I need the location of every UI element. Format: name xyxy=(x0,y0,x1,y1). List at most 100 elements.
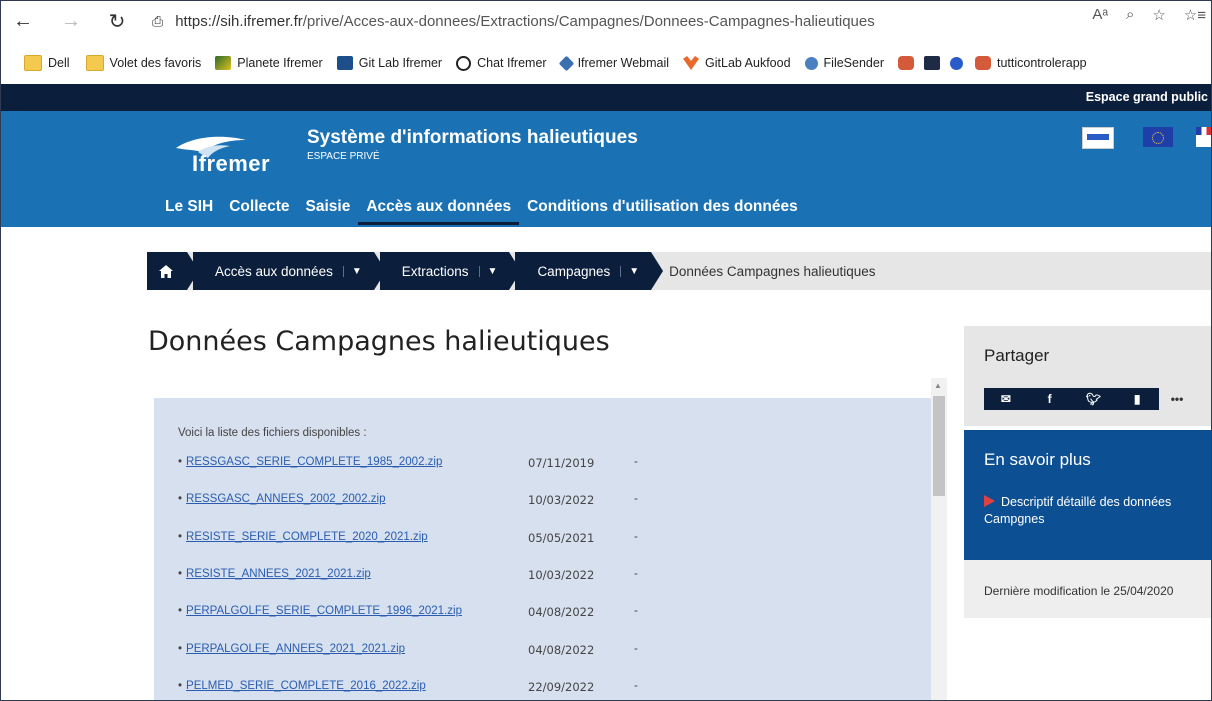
scroll-up-icon[interactable]: ▲ xyxy=(934,381,942,390)
main-nav: Le SIH Collecte Saisie Accès aux données… xyxy=(157,196,806,225)
bookmark-planete[interactable]: Planete Ifremer xyxy=(215,56,323,70)
site-title: Système d'informations halieutiques xyxy=(307,127,638,148)
webmail-icon xyxy=(558,55,574,71)
learn-more-title: En savoir plus xyxy=(984,450,1091,469)
bookmark-dell[interactable]: Dell xyxy=(24,55,70,71)
bullet: • xyxy=(178,493,183,505)
chevron-down-icon[interactable]: ▼ xyxy=(620,265,639,277)
email-icon[interactable]: ✉ xyxy=(984,388,1028,410)
file-row: • PERPALGOLFE_ANNEES_2021_2021.zip 04/08/… xyxy=(178,643,738,663)
bookmark-gitlab-aukfood[interactable]: GitLab Aukfood xyxy=(683,56,791,70)
folder-icon xyxy=(24,55,42,71)
bullet: • xyxy=(178,531,183,543)
file-link[interactable]: RESISTE_ANNEES_2021_2021.zip xyxy=(186,568,371,580)
folder-icon xyxy=(85,55,104,71)
public-space-link[interactable]: Espace grand public xyxy=(1086,90,1208,104)
scroll-thumb[interactable] xyxy=(933,396,945,496)
twitter-icon[interactable]: 🐦︎ xyxy=(1072,388,1116,410)
file-list-panel: Voici la liste des fichiers disponibles … xyxy=(152,378,947,701)
bookmark-icon-2[interactable] xyxy=(923,56,946,70)
breadcrumb-acces[interactable]: Accès aux données ▼ xyxy=(193,252,386,290)
doc-link[interactable]: Descriptif détaillé des données Campgnes xyxy=(984,494,1194,528)
breadcrumb-home[interactable] xyxy=(147,252,199,290)
republic-logo-icon xyxy=(1196,127,1212,147)
file-list-scrollbar[interactable]: ▲ xyxy=(931,378,947,701)
last-modified-box: Dernière modification le 25/04/2020 xyxy=(964,560,1212,618)
doc-link-label: Descriptif détaillé des données Campgnes xyxy=(984,495,1172,526)
bookmark-icon[interactable]: ▮ xyxy=(1115,388,1159,410)
breadcrumb-campagnes[interactable]: Campagnes ▼ xyxy=(515,252,663,290)
pdf-icon xyxy=(984,495,995,507)
chevron-down-icon[interactable]: ▼ xyxy=(478,265,497,277)
share-buttons: ✉ f 🐦︎ ▮ xyxy=(984,388,1159,410)
file-link[interactable]: PERPALGOLFE_SERIE_COMPLETE_1996_2021.zip xyxy=(186,605,462,617)
circle-icon xyxy=(949,56,963,70)
file-date: 22/09/2022 xyxy=(528,680,595,694)
file-link[interactable]: RESISTE_SERIE_COMPLETE_2020_2021.zip xyxy=(186,531,428,543)
file-row: • RESISTE_ANNEES_2021_2021.zip 10/03/2022… xyxy=(178,568,738,588)
file-size: - xyxy=(634,643,638,655)
file-row: • RESISTE_SERIE_COMPLETE_2020_2021.zip 05… xyxy=(178,531,738,551)
file-date: 05/05/2021 xyxy=(528,531,595,545)
page-title: Données Campagnes halieutiques xyxy=(148,326,610,357)
favorites-list-icon[interactable]: ☆≡ xyxy=(1184,6,1206,24)
forward-icon[interactable]: → xyxy=(56,6,86,36)
read-aloud-icon[interactable]: Aᵃ xyxy=(1092,6,1108,24)
bookmark-chat[interactable]: Chat Ifremer xyxy=(456,55,547,71)
filesender-icon xyxy=(804,56,818,70)
partner-logo[interactable] xyxy=(1082,127,1114,149)
favorite-icon[interactable]: ☆ xyxy=(1152,6,1165,24)
chevron-down-icon[interactable]: ▼ xyxy=(342,265,362,277)
nav-acces-donnees[interactable]: Accès aux données xyxy=(358,196,520,225)
file-row: • RESSGASC_ANNEES_2002_2002.zip 10/03/202… xyxy=(178,493,738,513)
bullet: • xyxy=(178,643,183,655)
logo-text: Ifremer xyxy=(192,151,271,176)
bullet: • xyxy=(178,456,183,468)
bookmark-tutti[interactable]: tutticontrolerapp xyxy=(974,56,1087,70)
nav-collecte[interactable]: Collecte xyxy=(221,196,297,222)
url-domain: https://sih.ifremer.fr xyxy=(175,12,303,30)
file-list-frame[interactable]: Voici la liste des fichiers disponibles … xyxy=(154,398,932,701)
file-link[interactable]: PERPALGOLFE_ANNEES_2021_2021.zip xyxy=(186,643,405,655)
refresh-icon[interactable]: ↻ xyxy=(102,6,132,36)
file-date: 04/08/2022 xyxy=(528,605,595,619)
file-date: 07/11/2019 xyxy=(528,456,595,470)
nav-le-sih[interactable]: Le SIH xyxy=(157,196,221,222)
page-info-icon[interactable]: ⎙ xyxy=(152,13,163,30)
hexagon-icon xyxy=(897,56,914,70)
mountain-icon xyxy=(923,56,940,70)
nav-conditions[interactable]: Conditions d'utilisation des données xyxy=(519,196,806,222)
bookmark-icon-3[interactable] xyxy=(949,56,969,70)
bookmark-gitlab-ifremer[interactable]: Git Lab Ifremer xyxy=(336,56,442,70)
eu-flag-icon xyxy=(1143,127,1173,147)
file-size: - xyxy=(634,680,638,692)
learn-more-box: En savoir plus Descriptif détaillé des d… xyxy=(964,430,1212,560)
file-row: • PERPALGOLFE_SERIE_COMPLETE_1996_2021.zi… xyxy=(178,605,738,625)
breadcrumb-extractions[interactable]: Extractions ▼ xyxy=(379,252,522,290)
file-size: - xyxy=(634,605,638,617)
browser-address-bar: ← → ↻ ⎙ https://sih.ifremer.fr/prive/Acc… xyxy=(0,0,1212,42)
bullet: • xyxy=(178,605,183,617)
bookmark-webmail[interactable]: Ifremer Webmail xyxy=(558,55,669,71)
file-row: • RESSGASC_SERIE_COMPLETE_1985_2002.zip 0… xyxy=(178,456,738,476)
planete-icon xyxy=(215,56,232,70)
more-options-icon[interactable]: ••• xyxy=(1162,388,1192,410)
url-field[interactable]: ⎙ https://sih.ifremer.fr/prive/Acces-aux… xyxy=(152,6,875,36)
bullet: • xyxy=(178,568,183,580)
file-size: - xyxy=(634,493,638,505)
last-modified-text: Dernière modification le 25/04/2020 xyxy=(984,584,1174,598)
back-icon[interactable]: ← xyxy=(8,6,38,36)
tutti-icon xyxy=(974,56,991,70)
bookmark-favorites-folder[interactable]: Volet des favoris xyxy=(85,55,201,71)
bookmark-icon-1[interactable] xyxy=(897,56,920,70)
file-list-intro: Voici la liste des fichiers disponibles … xyxy=(178,427,367,439)
file-link[interactable]: RESSGASC_ANNEES_2002_2002.zip xyxy=(186,493,385,505)
zoom-icon[interactable]: ⌕ xyxy=(1126,6,1134,24)
bullet: • xyxy=(178,680,183,692)
nav-saisie[interactable]: Saisie xyxy=(298,196,359,222)
facebook-icon[interactable]: f xyxy=(1028,388,1072,410)
share-box: Partager ✉ f 🐦︎ ▮ ••• xyxy=(964,326,1212,426)
file-link[interactable]: RESSGASC_SERIE_COMPLETE_1985_2002.zip xyxy=(186,456,442,468)
bookmark-filesender[interactable]: FileSender xyxy=(804,56,884,70)
file-link[interactable]: PELMED_SERIE_COMPLETE_2016_2022.zip xyxy=(186,680,426,692)
